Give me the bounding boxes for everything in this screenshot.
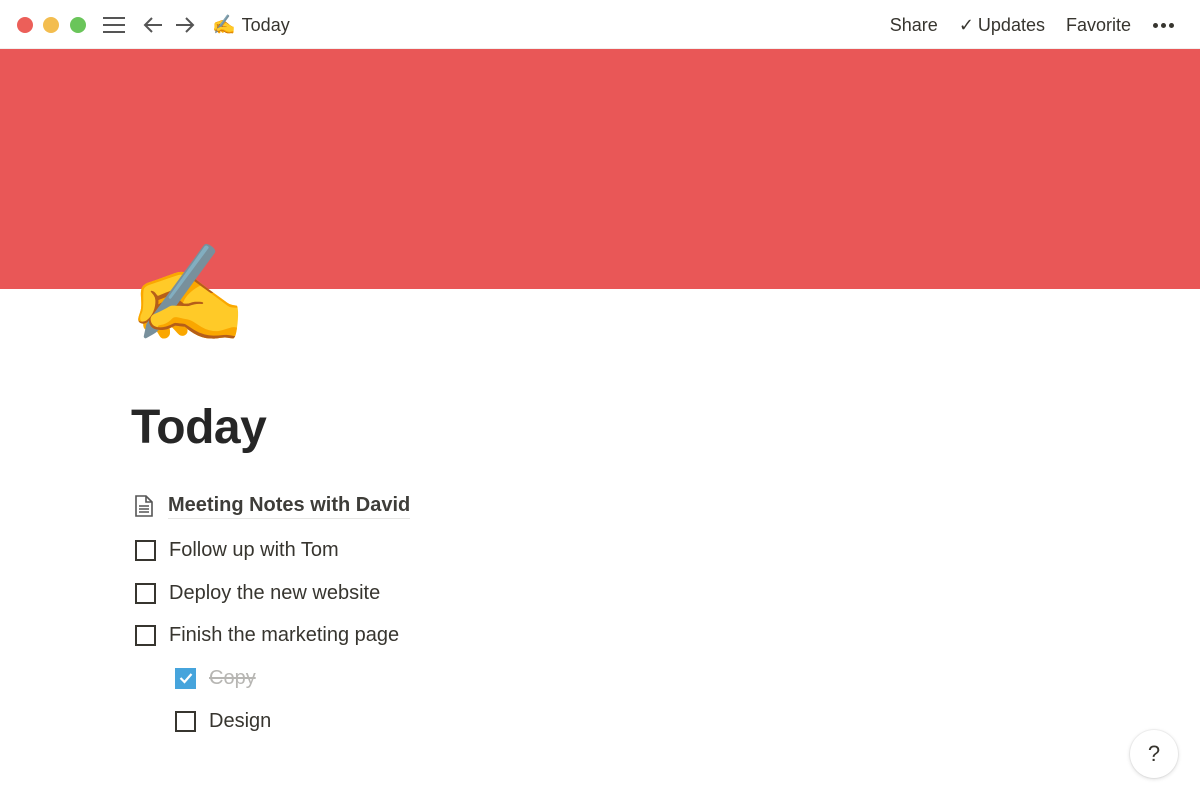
todo-checkbox-checked[interactable]	[175, 667, 196, 689]
top-bar: ✍️ Today Share ✓ Updates Favorite	[0, 0, 1200, 49]
todo-text[interactable]: Copy	[209, 667, 256, 690]
help-button[interactable]: ?	[1130, 730, 1178, 778]
breadcrumb-title: Today	[241, 14, 290, 35]
more-dot	[1169, 22, 1174, 28]
checkmark-icon: ✓	[958, 14, 974, 35]
todo-item: Deploy the new website	[135, 578, 380, 608]
todo-text[interactable]: Finish the marketing page	[169, 624, 399, 647]
topbar-actions: Share ✓ Updates Favorite	[869, 12, 1174, 38]
todo-checkbox[interactable]	[135, 624, 156, 646]
back-button[interactable]	[141, 12, 165, 38]
hamburger-menu-icon	[103, 17, 125, 33]
todo-item: Design	[175, 706, 271, 736]
window-maximize-button[interactable]	[70, 17, 86, 33]
todo-item: Finish the marketing page	[135, 620, 399, 650]
breadcrumb[interactable]: ✍️ Today	[212, 12, 290, 38]
updates-button[interactable]: ✓ Updates	[959, 15, 1045, 36]
todo-text[interactable]: Deploy the new website	[169, 582, 380, 605]
page-title[interactable]: Today	[131, 400, 267, 455]
arrow-right-icon	[176, 17, 195, 33]
todo-checkbox[interactable]	[135, 582, 156, 604]
todo-text[interactable]: Follow up with Tom	[169, 539, 339, 562]
checkmark-icon	[179, 673, 192, 684]
more-button[interactable]	[1153, 22, 1174, 28]
window-close-button[interactable]	[17, 17, 33, 33]
todo-item: Copy	[175, 663, 256, 693]
todo-text[interactable]: Design	[209, 710, 271, 733]
writing-hand-icon: ✍️	[212, 14, 236, 36]
todo-checkbox[interactable]	[175, 710, 196, 732]
sidebar-toggle-button[interactable]	[102, 12, 126, 38]
share-button[interactable]: Share	[890, 15, 938, 36]
todo-item: Follow up with Tom	[135, 535, 339, 565]
more-dots-icon	[1153, 22, 1158, 28]
window-minimize-button[interactable]	[43, 17, 59, 33]
page-icon[interactable]: ✍️	[128, 244, 248, 346]
updates-label: Updates	[977, 14, 1045, 35]
page-link-block[interactable]: Meeting Notes with David	[133, 491, 411, 521]
document-icon	[133, 494, 155, 518]
todo-checkbox[interactable]	[135, 539, 156, 561]
more-dot	[1161, 22, 1166, 28]
page-link-text[interactable]: Meeting Notes with David	[168, 494, 411, 519]
favorite-button[interactable]: Favorite	[1066, 15, 1131, 36]
forward-button[interactable]	[173, 12, 197, 38]
arrow-left-icon	[143, 17, 162, 33]
